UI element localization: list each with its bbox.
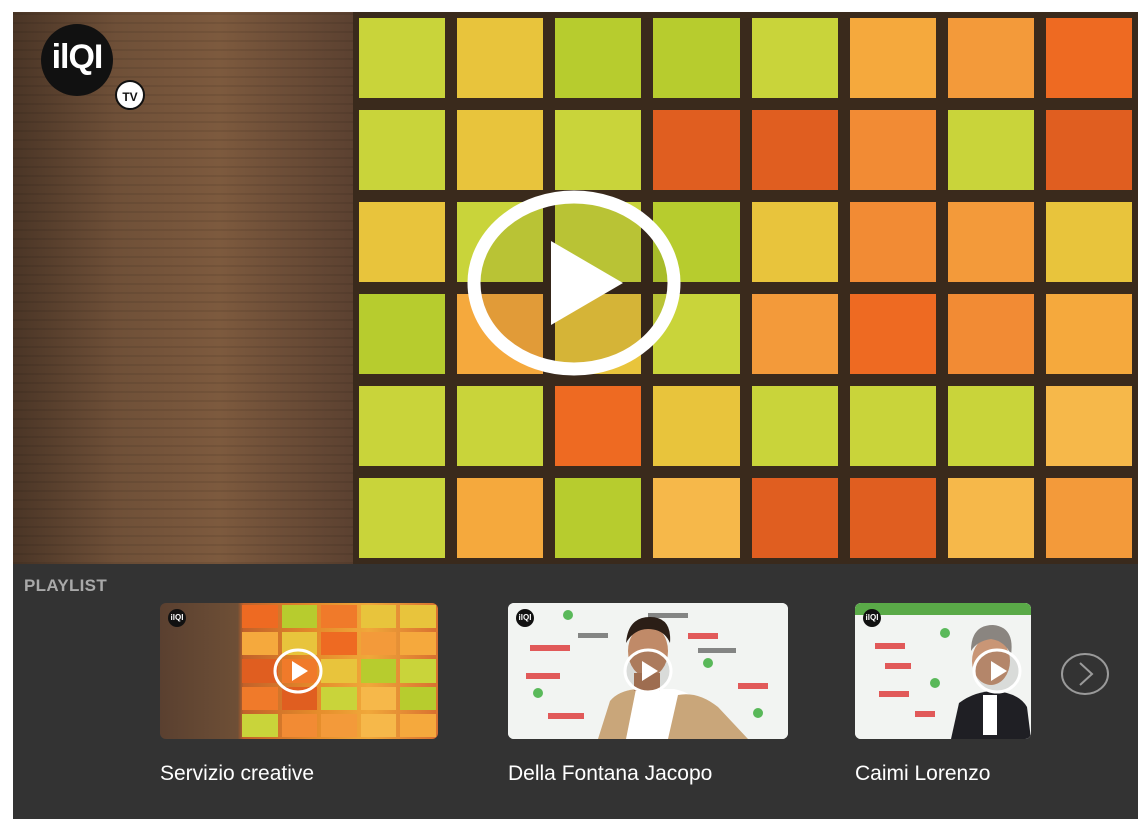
- glass-pane: [321, 605, 357, 629]
- glass-pane: [400, 713, 436, 737]
- playlist-next-button[interactable]: [1059, 651, 1111, 697]
- glass-pane: [751, 478, 838, 558]
- glass-pane: [360, 686, 397, 710]
- video-player[interactable]: ilQI TV: [13, 12, 1138, 564]
- glass-pane: [849, 386, 936, 466]
- glass-pane: [947, 202, 1034, 282]
- channel-logo: ilQI TV: [41, 24, 145, 110]
- glass-pane: [400, 686, 436, 710]
- glass-pane: [242, 713, 278, 737]
- glass-pane: [359, 294, 446, 374]
- glass-pane: [360, 632, 397, 656]
- glass-pane: [751, 386, 838, 466]
- playlist-title: PLAYLIST: [24, 576, 108, 595]
- glass-pane: [360, 659, 397, 683]
- glass-pane: [1045, 478, 1132, 558]
- play-circle-icon: [623, 648, 673, 694]
- glass-pane: [849, 294, 936, 374]
- glass-pane: [457, 478, 544, 558]
- glass-pane: [400, 659, 436, 683]
- glass-pane: [281, 713, 318, 737]
- glass-pane: [457, 18, 544, 98]
- glass-pane: [359, 202, 446, 282]
- playlist-item-title[interactable]: Della Fontana Jacopo: [508, 762, 712, 786]
- glass-pane: [359, 18, 446, 98]
- glass-pane: [751, 18, 838, 98]
- glass-pane: [400, 605, 436, 629]
- glass-pane: [1045, 294, 1132, 374]
- glass-pane: [555, 478, 642, 558]
- play-circle-icon: [972, 648, 1022, 694]
- glass-pane: [281, 605, 318, 629]
- glass-pane: [242, 605, 278, 629]
- glass-pane: [321, 713, 357, 737]
- play-circle-icon: [273, 648, 323, 694]
- glass-pane: [457, 110, 544, 190]
- playlist-item-title[interactable]: Servizio creative: [160, 762, 314, 786]
- glass-pane: [1045, 202, 1132, 282]
- glass-pane: [1045, 386, 1132, 466]
- thumbnail-logo: ilQI: [863, 609, 881, 627]
- playlist-item[interactable]: ilQI Caimi Lorenzo: [855, 603, 1035, 803]
- glass-pane: [321, 659, 357, 683]
- thumbnail-logo: ilQI: [168, 609, 186, 627]
- glass-pane: [947, 478, 1034, 558]
- play-circle-icon: [467, 190, 681, 376]
- glass-pane: [653, 478, 740, 558]
- glass-pane: [849, 18, 936, 98]
- glass-pane: [947, 110, 1034, 190]
- glass-pane: [359, 110, 446, 190]
- video-thumbnail[interactable]: ilQI: [855, 603, 1031, 739]
- glass-pane: [947, 386, 1034, 466]
- glass-pane: [947, 18, 1034, 98]
- playlist-panel: PLAYLIST ilQI Servizio creative ilQI Del…: [13, 564, 1138, 819]
- video-thumbnail[interactable]: ilQI: [160, 603, 438, 739]
- glass-pane: [751, 110, 838, 190]
- glass-pane: [849, 110, 936, 190]
- logo-text: ilQI: [51, 38, 104, 76]
- thumbnail-logo: ilQI: [516, 609, 534, 627]
- glass-pane: [555, 110, 642, 190]
- glass-pane: [360, 605, 397, 629]
- glass-pane: [400, 632, 436, 656]
- glass-pane: [849, 202, 936, 282]
- glass-pane: [653, 18, 740, 98]
- glass-pane: [359, 478, 446, 558]
- glass-pane: [360, 713, 397, 737]
- glass-pane: [751, 294, 838, 374]
- play-button[interactable]: [467, 189, 681, 377]
- glass-pane: [321, 632, 357, 656]
- glass-pane: [555, 386, 642, 466]
- glass-pane: [359, 386, 446, 466]
- glass-pane: [653, 110, 740, 190]
- glass-pane: [1045, 18, 1132, 98]
- glass-pane: [555, 18, 642, 98]
- glass-pane: [751, 202, 838, 282]
- logo-tv-badge: TV: [115, 80, 145, 110]
- glass-pane: [321, 686, 357, 710]
- playlist-item-title[interactable]: Caimi Lorenzo: [855, 762, 990, 786]
- video-thumbnail[interactable]: ilQI: [508, 603, 788, 739]
- glass-pane: [849, 478, 936, 558]
- glass-pane: [1045, 110, 1132, 190]
- glass-pane: [457, 386, 544, 466]
- glass-pane: [947, 294, 1034, 374]
- chevron-right-circle-icon: [1061, 653, 1109, 695]
- glass-pane: [653, 386, 740, 466]
